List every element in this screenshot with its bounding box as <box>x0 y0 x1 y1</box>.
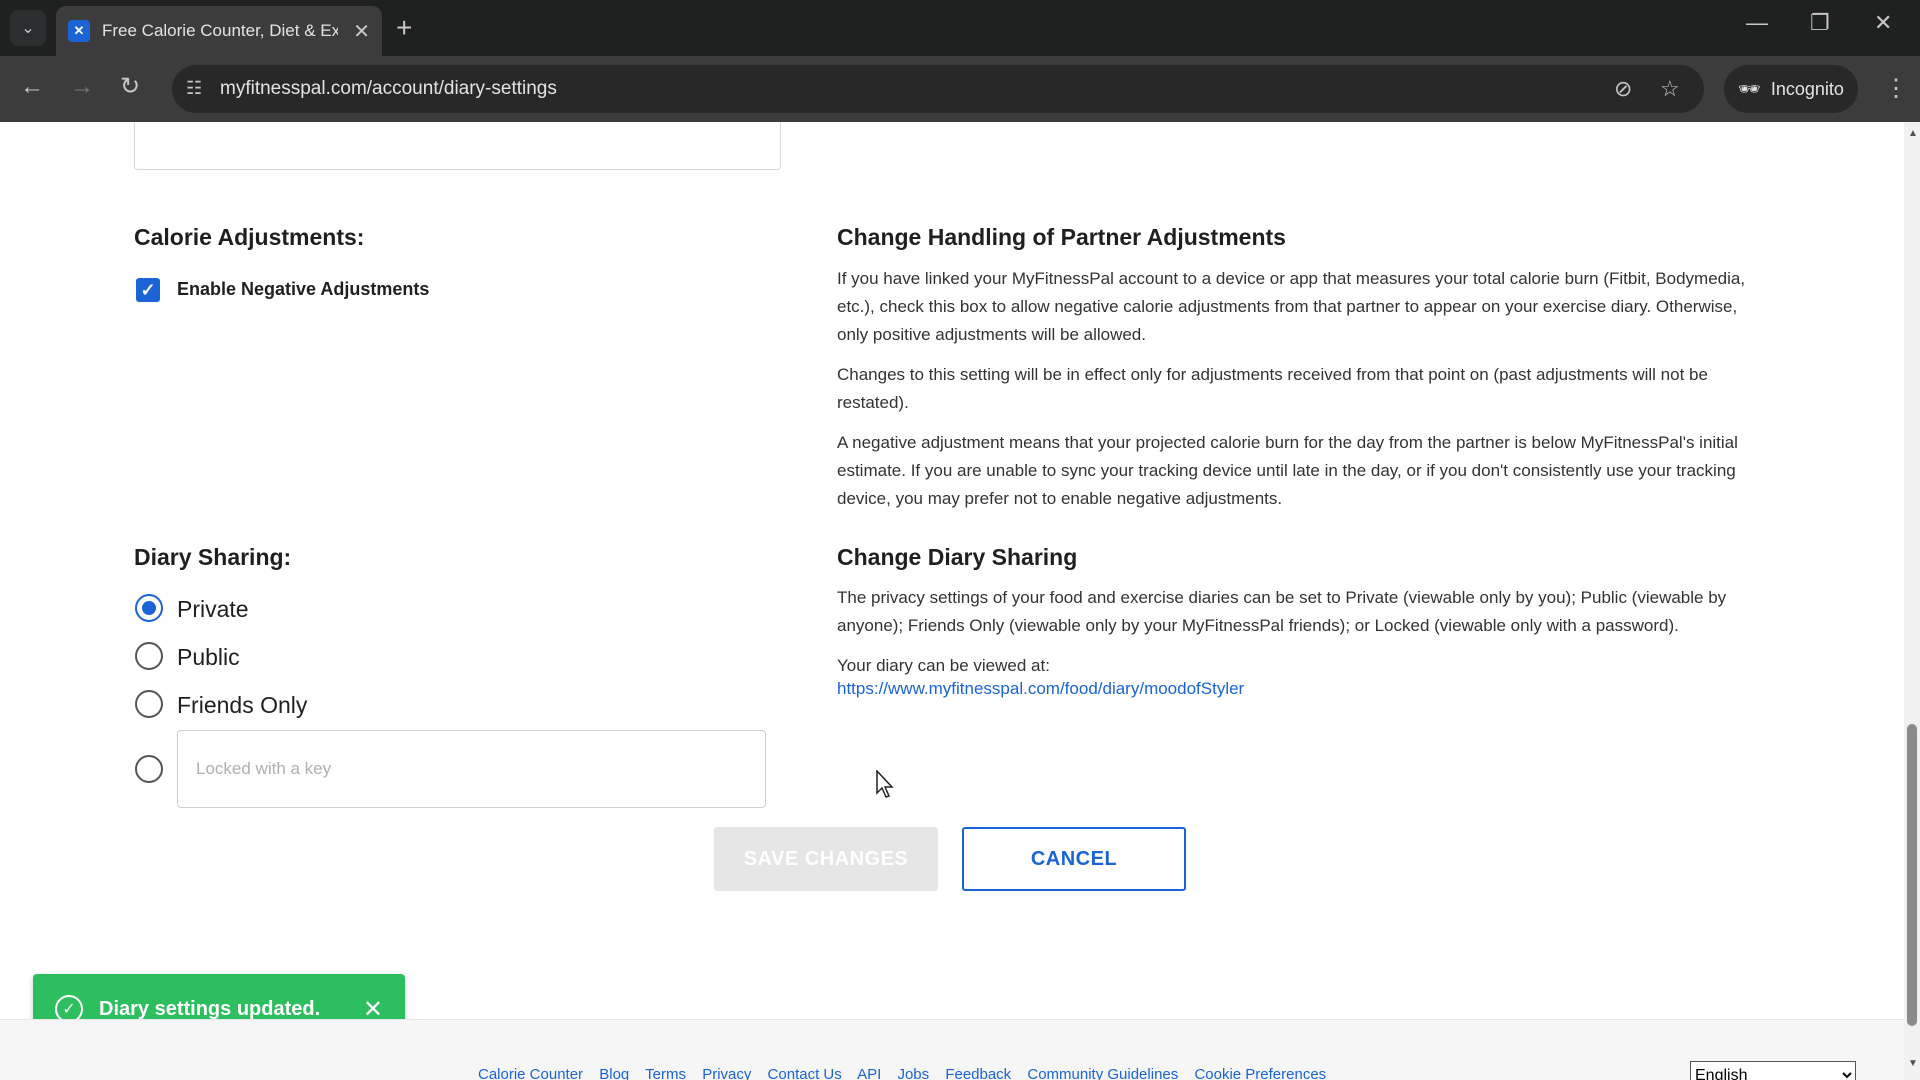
radio-friends-only[interactable] <box>135 690 163 718</box>
footer-link[interactable]: Calorie Counter <box>478 1066 583 1080</box>
incognito-indicator[interactable]: 🕶 Incognito <box>1724 65 1858 113</box>
cancel-button[interactable]: CANCEL <box>962 827 1186 891</box>
reload-icon[interactable]: ↻ <box>120 72 140 102</box>
window-close-icon[interactable]: ✕ <box>1874 10 1892 36</box>
partner-adjustments-heading: Change Handling of Partner Adjustments <box>837 224 1286 250</box>
enable-negative-adjustments-label[interactable]: Enable Negative Adjustments <box>177 279 429 300</box>
forward-arrow-icon[interactable]: → <box>70 72 94 102</box>
diary-settings-page: Calorie Adjustments: ✓ Enable Negative A… <box>0 122 1904 1080</box>
tab-search-button[interactable]: ⌄ <box>10 10 46 46</box>
new-tab-plus-icon[interactable]: + <box>396 12 412 44</box>
footer-link[interactable]: Jobs <box>897 1066 929 1080</box>
tab-title: Free Calorie Counter, Diet & Exercise <box>102 21 338 40</box>
locked-key-input[interactable] <box>177 730 766 808</box>
minimize-icon[interactable]: — <box>1746 10 1768 36</box>
diary-sharing-label: Diary Sharing: <box>134 544 292 570</box>
radio-label-private[interactable]: Private <box>177 596 249 623</box>
calorie-adjustments-label: Calorie Adjustments: <box>134 224 365 250</box>
mouse-cursor-icon <box>876 770 894 798</box>
partner-adjustments-paragraph-2: Changes to this setting will be in effec… <box>837 365 1708 412</box>
tab-close-icon[interactable]: ✕ <box>353 19 370 44</box>
incognito-icon: 🕶 <box>1738 78 1761 99</box>
footer-link[interactable]: Cookie Preferences <box>1194 1066 1326 1080</box>
enable-negative-adjustments-checkbox[interactable]: ✓ <box>136 278 160 302</box>
radio-private[interactable] <box>135 594 163 622</box>
site-info-icon[interactable]: ☷ <box>186 78 202 99</box>
incognito-label: Incognito <box>1770 78 1844 99</box>
scroll-up-arrow-icon[interactable]: ▲ <box>1908 128 1918 139</box>
previous-field-input[interactable] <box>134 122 781 170</box>
footer-link[interactable]: Terms <box>645 1066 686 1080</box>
address-bar[interactable]: ☷ myfitnesspal.com/account/diary-setting… <box>172 65 1704 113</box>
diary-sharing-description: The privacy settings of your food and ex… <box>837 588 1727 635</box>
partner-adjustments-paragraph-3: A negative adjustment means that your pr… <box>837 433 1738 508</box>
browser-tab[interactable]: ✕ Free Calorie Counter, Diet & Exercise … <box>56 6 382 56</box>
scrollbar-thumb[interactable] <box>1907 724 1917 1026</box>
footer-link[interactable]: Community Guidelines <box>1027 1066 1178 1080</box>
radio-label-public[interactable]: Public <box>177 644 240 671</box>
myfitnesspal-favicon-icon: ✕ <box>68 20 90 42</box>
footer-link[interactable]: Privacy <box>702 1066 751 1080</box>
restore-icon[interactable]: ❐ <box>1810 10 1830 36</box>
diary-viewed-at-label: Your diary can be viewed at: <box>837 656 1050 675</box>
change-diary-sharing-heading: Change Diary Sharing <box>837 544 1078 570</box>
back-arrow-icon[interactable]: ← <box>20 72 44 102</box>
footer-link[interactable]: Feedback <box>945 1066 1011 1080</box>
scroll-down-arrow-icon[interactable]: ▼ <box>1908 1058 1918 1069</box>
toast-message: Diary settings updated. <box>99 997 321 1020</box>
language-select[interactable]: English <box>1690 1061 1856 1080</box>
page-scrollbar[interactable]: ▲ ▼ <box>1904 122 1920 1080</box>
bookmark-star-icon[interactable]: ☆ <box>1660 76 1680 102</box>
browser-toolbar: ← → ↻ ☷ myfitnesspal.com/account/diary-s… <box>0 56 1920 122</box>
public-diary-link[interactable]: https://www.myfitnesspal.com/food/diary/… <box>837 679 1244 699</box>
radio-public[interactable] <box>135 642 163 670</box>
footer-link[interactable]: Blog <box>599 1066 629 1080</box>
footer-link[interactable]: Contact Us <box>768 1066 842 1080</box>
browser-tabbar: ⌄ ✕ Free Calorie Counter, Diet & Exercis… <box>0 0 1920 56</box>
url-text[interactable]: myfitnesspal.com/account/diary-settings <box>220 78 557 100</box>
checkmark-icon: ✓ <box>140 279 156 300</box>
eye-off-icon[interactable]: ⊘ <box>1614 76 1632 102</box>
partner-adjustments-paragraph-1: If you have linked your MyFitnessPal acc… <box>837 269 1746 344</box>
save-changes-button[interactable]: SAVE CHANGES <box>714 827 938 891</box>
radio-label-friends-only[interactable]: Friends Only <box>177 692 307 719</box>
page-footer: Calorie Counter Blog Terms Privacy Conta… <box>0 1019 1904 1080</box>
footer-link[interactable]: API <box>857 1066 881 1080</box>
browser-menu-icon[interactable]: ⋮ <box>1884 74 1908 103</box>
footer-links: Calorie Counter Blog Terms Privacy Conta… <box>478 1066 1338 1080</box>
radio-locked[interactable] <box>135 755 163 783</box>
